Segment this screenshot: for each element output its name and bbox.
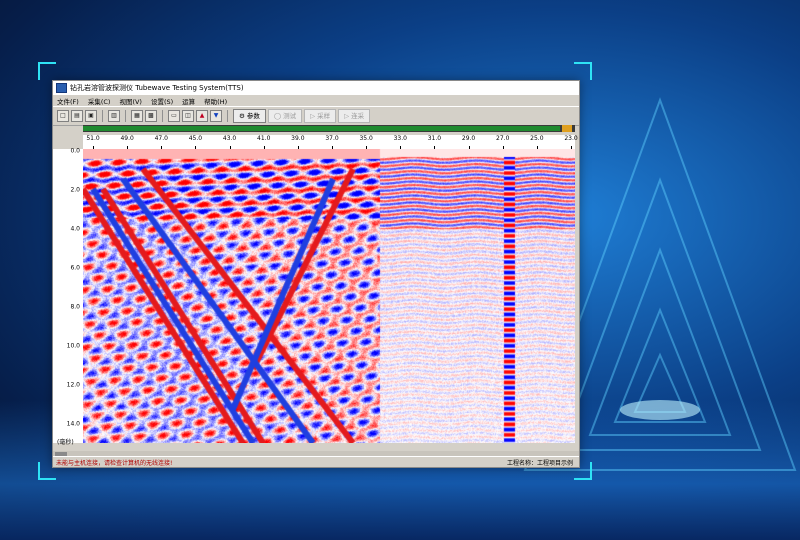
arrow-up-icon[interactable]: ▲ [196,110,208,122]
menu-view[interactable]: 视图(V) [119,96,142,106]
print-icon[interactable]: ▥ [108,110,120,122]
toolbar-separator [102,110,103,122]
progress-handle[interactable] [562,125,572,132]
connection-status: 未能与主机连接，请检查计算机的无线连接! [56,459,173,467]
acquisition-progress-bar[interactable] [83,125,575,132]
continuous-sample-button[interactable]: ▷ 连采 [338,109,371,123]
frame-corner-top-left [38,62,56,80]
grid-view-icon[interactable]: ▩ [145,110,157,122]
play-icon: ▷ [344,112,350,120]
menu-compute[interactable]: 运算 [182,96,195,106]
arrow-down-icon[interactable]: ▼ [210,110,222,122]
app-window: 钻孔岩溶管波探测仪 Tubewave Testing System(TTS) 文… [52,80,580,468]
y-tick-label: 8.0 [70,303,80,311]
menu-help[interactable]: 帮助(H) [204,96,227,106]
toolbar-separator [227,110,228,122]
y-tick-label: 10.0 [66,342,80,350]
toolbar-separator [125,110,126,122]
new-file-icon[interactable]: □ [57,110,69,122]
x-tick-label: 31.0 [427,135,442,142]
x-tick-label: 23.0 [564,135,578,142]
continuous-sample-label: 连采 [351,112,365,120]
dual-panel-icon[interactable]: ◫ [182,110,194,122]
x-tick-label: 43.0 [222,135,237,142]
x-tick-label: 35.0 [359,135,373,142]
y-tick-label: 12.0 [66,381,80,389]
params-label: 参数 [246,112,260,120]
open-folder-icon[interactable]: ▤ [71,110,83,122]
x-tick-label: 51.0 [86,135,100,142]
params-button[interactable]: ⚙ 参数 [233,109,266,123]
circle-icon: ◯ [273,112,282,120]
window-title: 钻孔岩溶管波探测仪 Tubewave Testing System(TTS) [70,84,244,92]
y-tick-label: 14.0 [66,420,80,428]
project-name: 工程名称：工程项目示例 [506,459,573,467]
test-label: 测试 [283,112,297,120]
y-tick-label: 4.0 [70,225,80,233]
x-tick-label: 25.0 [530,135,544,142]
toolbar-separator [162,110,163,122]
single-panel-icon[interactable]: ▭ [168,110,180,122]
y-tick-label: 2.0 [70,186,80,194]
gear-icon: ⚙ [239,112,245,120]
x-tick-label: 49.0 [120,135,134,142]
single-sample-button[interactable]: ▷ 采样 [304,109,337,123]
status-bar: 未能与主机连接，请检查计算机的无线连接! 工程名称：工程项目示例 [53,456,579,467]
x-tick-label: 27.0 [496,135,510,142]
toolbar: □ ▤ ▣ ▥ ▦ ▩ ▭ ◫ ▲ ▼ ⚙ 参数 ◯ 测试 ▷ 采样 ▷ 连采 [53,106,579,126]
y-tick-label: 6.0 [70,264,80,272]
x-tick-label: 39.0 [291,135,305,142]
app-icon [56,83,67,93]
menu-acquire[interactable]: 采集(C) [88,96,111,106]
wavefield-plot[interactable] [83,149,575,443]
x-tick-label: 41.0 [257,135,271,142]
save-icon[interactable]: ▣ [85,110,97,122]
menu-bar: 文件(F) 采集(C) 视图(V) 设置(S) 运算 帮助(H) [53,95,579,106]
x-tick-label: 33.0 [393,135,407,142]
y-axis-unit: (毫秒) [57,439,74,446]
x-tick-label: 37.0 [325,135,339,142]
test-button[interactable]: ◯ 测试 [267,109,303,123]
frame-corner-top-right [574,62,592,80]
wavefield-canvas [83,149,575,443]
x-tick-label: 47.0 [154,135,168,142]
menu-file[interactable]: 文件(F) [57,96,79,106]
title-bar: 钻孔岩溶管波探测仪 Tubewave Testing System(TTS) [53,81,579,95]
y-tick-label: 0.0 [70,147,80,155]
x-tick-label: 45.0 [188,135,203,142]
single-sample-label: 采样 [317,112,331,120]
progress-fill [83,126,561,131]
x-axis: 51.0 49.0 47.0 45.0 43.0 41.0 39.0 37.0 35.0 33.0… [83,135,578,150]
play-icon: ▷ [310,112,316,120]
menu-settings[interactable]: 设置(S) [151,96,173,106]
y-axis: 0.0 2.0 4.0 6.0 8.0 10.0 12.0 14.0 [53,147,84,443]
x-tick-label: 29.0 [461,135,476,142]
waveform-icon[interactable]: ▦ [131,110,143,122]
